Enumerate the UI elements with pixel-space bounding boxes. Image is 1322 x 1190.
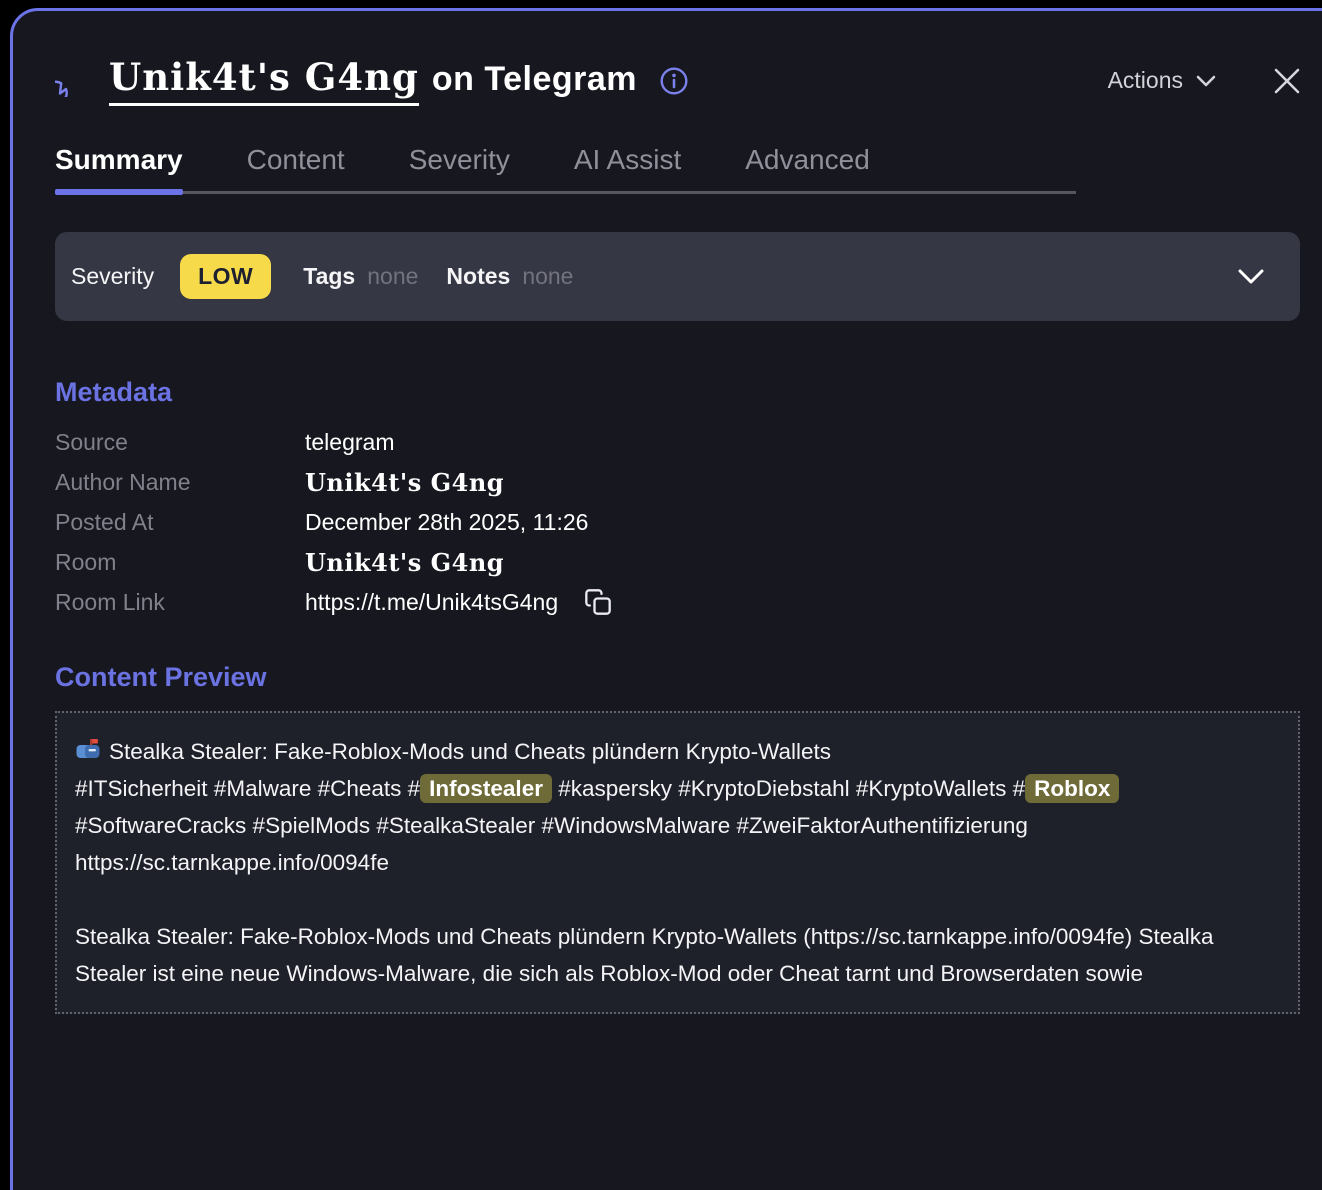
severity-badge: LOW	[180, 254, 271, 299]
page-title: Unik4t's G4ng on Telegram	[109, 55, 637, 106]
headline-text: Stealka Stealer: Fake-Roblox-Mods und Ch…	[109, 739, 831, 764]
metadata-row-room: Room Unik4t's G4ng	[55, 542, 1300, 582]
preview-headline: Stealka Stealer: Fake-Roblox-Mods und Ch…	[75, 733, 1280, 770]
header-actions-group: Actions	[1108, 67, 1300, 94]
panel-header: Unik4t's G4ng on Telegram Actions	[55, 55, 1300, 106]
hashtag-text: #SoftwareCracks #SpielMods #StealkaSteal…	[75, 813, 1028, 838]
tab-advanced[interactable]: Advanced	[745, 144, 870, 191]
tab-severity[interactable]: Severity	[409, 144, 510, 191]
copy-icon[interactable]	[584, 588, 612, 616]
preview-hashtags: #ITSicherheit #Malware #Cheats #Infostea…	[75, 770, 1280, 844]
expand-chevron-down-icon[interactable]	[1238, 269, 1264, 285]
tab-bar: Summary Content Severity AI Assist Advan…	[55, 144, 1076, 194]
content-preview-section-title: Content Preview	[55, 662, 1300, 693]
tab-summary[interactable]: Summary	[55, 144, 183, 191]
hashtag-highlight-infostealer: Infostealer	[420, 774, 552, 803]
metadata-label: Room Link	[55, 589, 305, 616]
metadata-row-room-link: Room Link https://t.me/Unik4tsG4ng	[55, 582, 1300, 622]
hashtag-text: #ITSicherheit #Malware #Cheats #	[75, 776, 420, 801]
room-link-value[interactable]: https://t.me/Unik4tsG4ng	[305, 589, 558, 616]
tab-content[interactable]: Content	[247, 144, 345, 191]
metadata-row-posted-at: Posted At December 28th 2025, 11:26	[55, 502, 1300, 542]
tags-value: none	[367, 263, 418, 290]
metadata-label: Posted At	[55, 509, 305, 536]
preview-body: Stealka Stealer: Fake-Roblox-Mods und Ch…	[75, 918, 1280, 992]
room-detail-panel: Unik4t's G4ng on Telegram Actions	[10, 8, 1322, 1190]
actions-label: Actions	[1108, 67, 1183, 94]
mailbox-emoji-icon	[75, 736, 101, 762]
metadata-rows: Source telegram Author Name Unik4t's G4n…	[55, 422, 1300, 622]
metadata-value: December 28th 2025, 11:26	[305, 509, 588, 536]
severity-label: Severity	[71, 263, 154, 290]
metadata-value: Unik4t's G4ng	[305, 548, 504, 577]
metadata-value: telegram	[305, 429, 394, 456]
room-name-title: Unik4t's G4ng	[109, 55, 419, 106]
notes-label: Notes	[446, 263, 510, 290]
metadata-section-title: Metadata	[55, 377, 1300, 408]
notes-value: none	[522, 263, 573, 290]
title-suffix: on Telegram	[432, 60, 637, 99]
metadata-label: Source	[55, 429, 305, 456]
metadata-label: Room	[55, 549, 305, 576]
close-icon[interactable]	[1274, 68, 1300, 94]
hashtag-text: #kaspersky #KryptoDiebstahl #KryptoWalle…	[552, 776, 1025, 801]
blank-line	[75, 881, 1280, 918]
metadata-row-source: Source telegram	[55, 422, 1300, 462]
severity-summary-bar[interactable]: Severity LOW Tags none Notes none	[55, 232, 1300, 321]
preview-link: https://sc.tarnkappe.info/0094fe	[75, 844, 1280, 881]
metadata-label: Author Name	[55, 469, 305, 496]
metadata-row-author-name: Author Name Unik4t's G4ng	[55, 462, 1300, 502]
actions-button[interactable]: Actions	[1108, 67, 1216, 94]
chevron-down-icon	[1196, 75, 1216, 87]
content-preview-box: Stealka Stealer: Fake-Roblox-Mods und Ch…	[55, 711, 1300, 1014]
info-icon[interactable]	[659, 66, 689, 96]
metadata-value: Unik4t's G4ng	[305, 468, 504, 497]
chat-bubble-icon	[55, 65, 87, 97]
tags-label: Tags	[303, 263, 355, 290]
tab-ai-assist[interactable]: AI Assist	[574, 144, 681, 191]
hashtag-highlight-roblox: Roblox	[1025, 774, 1119, 803]
